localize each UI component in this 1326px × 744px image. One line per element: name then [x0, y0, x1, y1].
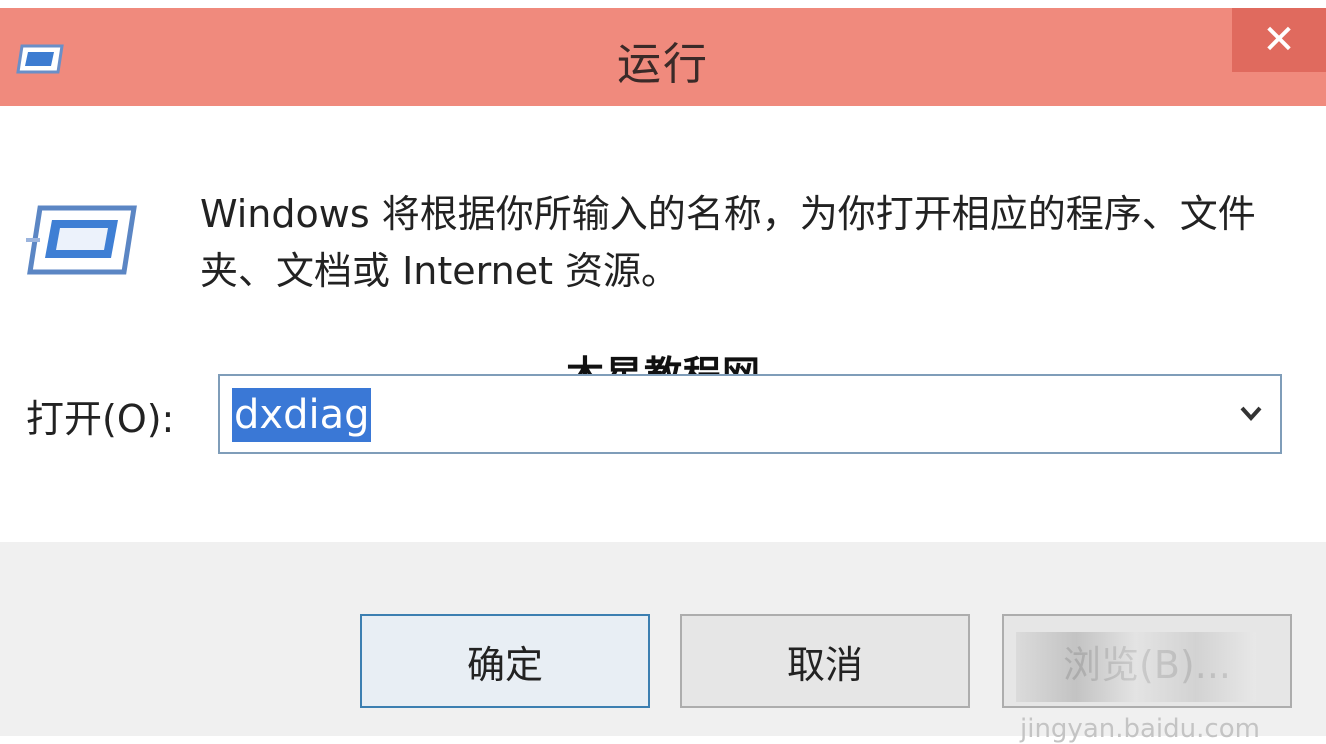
obscured-area: [1016, 632, 1256, 702]
source-watermark: jingyan.baidu.com: [1020, 714, 1260, 744]
open-label: 打开(O):: [26, 397, 175, 441]
open-input-value[interactable]: dxdiag: [232, 388, 372, 442]
button-bar: 确定 取消 浏览(B)... jingyan.baidu.com: [0, 542, 1326, 744]
window-title: 运行: [617, 39, 709, 90]
chevron-down-icon[interactable]: [1236, 398, 1266, 428]
cancel-button[interactable]: 取消: [680, 614, 970, 708]
title-bar: 运行 ✕: [0, 8, 1326, 106]
open-combobox[interactable]: dxdiag: [218, 374, 1282, 454]
ok-button[interactable]: 确定: [360, 614, 650, 708]
dialog-description: Windows 将根据你所输入的名称，为你打开相应的程序、文件夹、文档或 Int…: [200, 192, 1256, 293]
close-button[interactable]: ✕: [1232, 8, 1326, 72]
close-icon: ✕: [1262, 17, 1296, 63]
run-dialog-icon: [26, 205, 137, 275]
